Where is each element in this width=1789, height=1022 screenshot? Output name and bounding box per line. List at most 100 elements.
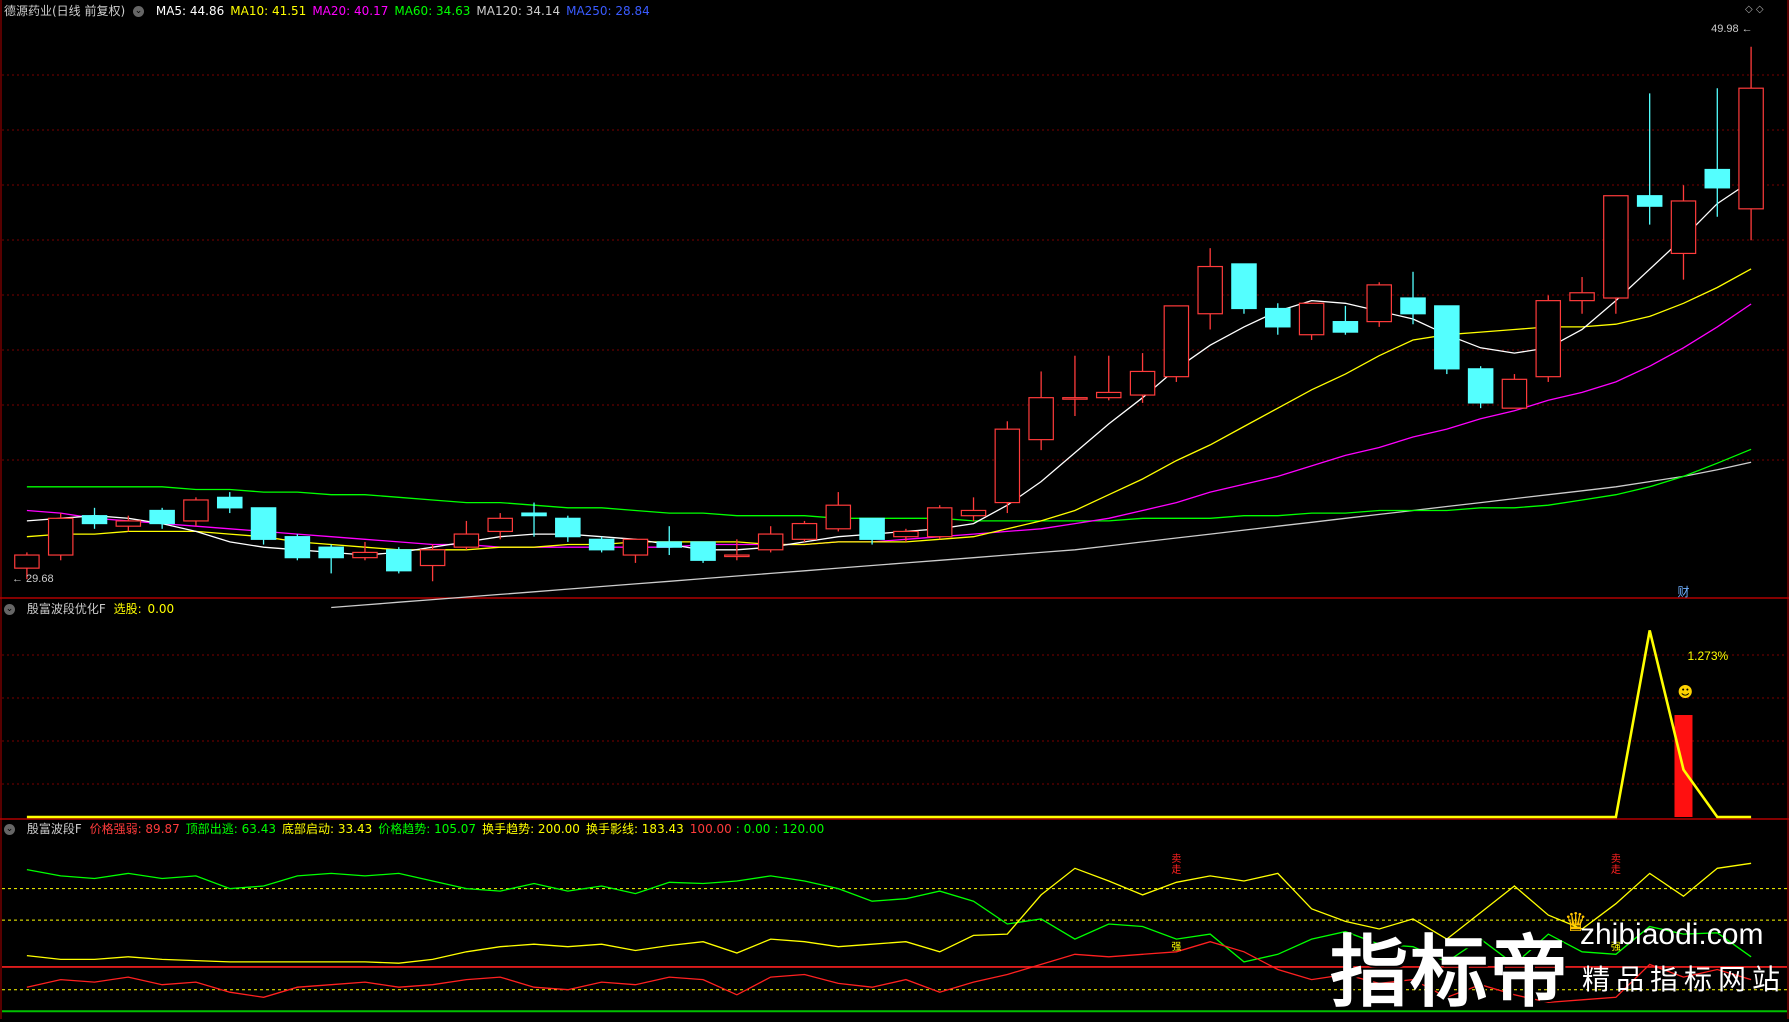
candle[interactable] <box>487 513 513 540</box>
candle-body <box>1738 87 1764 210</box>
pane3-title: ⌄ 殷富波段F 价格强弱: 89.87 顶部出逃: 63.43 底部启动: 33.4… <box>4 820 836 837</box>
candle-body <box>1603 195 1629 299</box>
candle-body <box>791 522 818 540</box>
candle-body <box>1332 321 1359 333</box>
candle-body <box>1197 265 1223 315</box>
candle[interactable] <box>318 544 344 574</box>
candle[interactable] <box>453 520 480 550</box>
sell-marker: 卖走 <box>1611 853 1621 876</box>
candle[interactable] <box>994 421 1021 514</box>
candle[interactable] <box>250 507 277 545</box>
candle-body <box>1535 300 1562 378</box>
pane2-title: ⌄ 殷富波段优化F 选股: 0.00 <box>4 600 182 617</box>
candle[interactable] <box>1603 195 1629 314</box>
candle[interactable] <box>1129 353 1156 403</box>
candle[interactable] <box>1298 302 1325 340</box>
pane3-indicator-name[interactable]: 殷富波段F <box>27 822 82 836</box>
candle[interactable] <box>555 515 581 542</box>
candle-body <box>926 507 953 538</box>
candle-body <box>1163 305 1190 378</box>
chevron-down-icon[interactable]: ⌄ <box>4 604 15 615</box>
candle[interactable] <box>1265 303 1291 335</box>
candle[interactable] <box>656 526 683 556</box>
candle[interactable] <box>1636 93 1663 225</box>
candle-body <box>1704 168 1731 189</box>
candle[interactable] <box>1366 282 1392 327</box>
candle[interactable] <box>690 541 716 563</box>
ma-legend: MA5: 44.86 MA10: 41.51 MA20: 40.17 MA60: 34… <box>156 4 656 18</box>
candle[interactable] <box>1028 371 1054 451</box>
candle[interactable] <box>47 513 74 561</box>
candle-body <box>216 496 243 509</box>
chevron-down-icon[interactable]: ⌄ <box>4 824 15 835</box>
diamond-icon: ◇ ◇ <box>1745 4 1764 15</box>
candle[interactable] <box>521 502 547 537</box>
candle-body <box>521 512 547 517</box>
pane3-legend-item: 价格趋势: 105.07 <box>378 822 477 836</box>
candle[interactable] <box>183 497 209 527</box>
candle-body <box>1467 368 1494 404</box>
candle[interactable] <box>1231 263 1257 314</box>
candle[interactable] <box>1501 374 1528 409</box>
candle[interactable] <box>1095 355 1122 401</box>
candle-body <box>1062 397 1088 400</box>
candle[interactable] <box>1197 248 1223 330</box>
candle-body <box>487 517 513 533</box>
pane2-select-value: 0.00 <box>147 602 175 616</box>
candle-body <box>1501 378 1528 409</box>
candle[interactable] <box>386 547 412 574</box>
candle[interactable] <box>1535 295 1562 382</box>
candle-body <box>1569 292 1595 302</box>
pane3-level-item: : 120.00 <box>774 822 825 836</box>
candlestick-series[interactable] <box>14 46 1764 582</box>
candle[interactable] <box>1434 305 1460 375</box>
stock-chart-canvas[interactable]: 49.98 ←← 29.68财◇ ◇1.273%☻卖走卖走强强 <box>0 0 1789 1019</box>
watermark-domain: zhibiaodi.com <box>1580 918 1764 951</box>
candle-body <box>352 551 378 559</box>
candle[interactable] <box>1670 185 1697 280</box>
candle[interactable] <box>622 538 649 563</box>
candle[interactable] <box>588 536 615 553</box>
watermark-logo: 指标帝 ♛ zhibiaodi.com 精品指标网站 <box>1330 908 1789 1020</box>
candle[interactable] <box>791 520 818 542</box>
candle[interactable] <box>284 534 311 561</box>
candle-body <box>588 538 615 551</box>
candle-body <box>1636 195 1663 207</box>
candle-body <box>893 530 919 538</box>
candle-body <box>115 520 142 527</box>
candle[interactable] <box>1332 305 1359 335</box>
chart-labels: 49.98 ←← 29.68财◇ ◇1.273%☻卖走卖走强强 <box>12 4 1764 953</box>
candle-body <box>656 541 683 548</box>
pane3-legend-item: 换手影线: 183.43 <box>585 822 684 836</box>
candle[interactable] <box>1163 305 1190 382</box>
candle-body <box>1095 391 1122 399</box>
grid-lines <box>2 74 1787 785</box>
pane2-indicator-name[interactable]: 殷富波段优化F <box>27 602 106 616</box>
candle[interactable] <box>757 526 784 553</box>
candle-body <box>622 538 649 556</box>
candle[interactable] <box>1569 277 1595 314</box>
candle[interactable] <box>1738 46 1764 241</box>
candle-body <box>14 554 40 569</box>
candle-body <box>690 541 716 561</box>
candle-body <box>47 517 74 556</box>
candle-body <box>859 517 885 540</box>
candle[interactable] <box>1467 366 1494 409</box>
candle[interactable] <box>419 544 446 582</box>
candle[interactable] <box>81 507 108 529</box>
chevron-down-icon[interactable]: ⌄ <box>133 6 145 17</box>
stock-title[interactable]: 德源药业(日线 前复权) <box>4 4 125 18</box>
candle[interactable] <box>960 497 987 521</box>
candle[interactable] <box>352 541 378 561</box>
candle[interactable] <box>1062 355 1088 417</box>
candle-body <box>994 428 1021 504</box>
candle-body <box>1366 284 1392 323</box>
candle[interactable] <box>216 492 243 514</box>
candle[interactable] <box>825 492 852 532</box>
ma-legend-item: MA5: 44.86 <box>155 4 225 18</box>
candle[interactable] <box>926 505 953 540</box>
candle-body <box>1265 307 1291 328</box>
candle-body <box>1028 397 1054 441</box>
pane3-level-item: : 0.00 <box>735 822 771 836</box>
smile-icon: ☻ <box>1677 683 1693 701</box>
